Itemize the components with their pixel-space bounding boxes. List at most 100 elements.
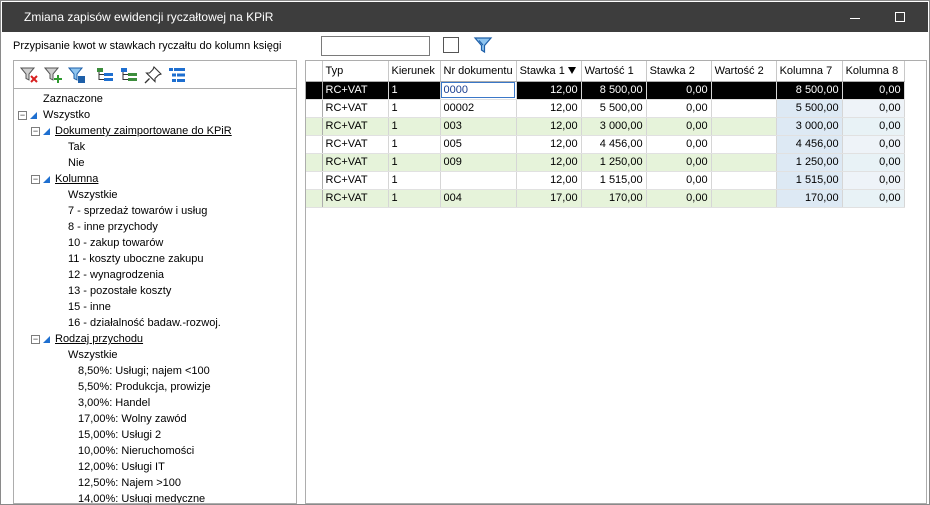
column-header-typ[interactable]: Typ <box>322 61 389 82</box>
cell-wartosc1[interactable]: 5 500,00 <box>581 99 647 118</box>
cell-kierunek[interactable]: 1 <box>388 135 441 154</box>
cell-wartosc1[interactable]: 4 456,00 <box>581 135 647 154</box>
tree-item-column[interactable]: 15 - inne <box>68 299 111 315</box>
cell-wartosc2[interactable] <box>711 153 777 172</box>
tree-item-selected[interactable]: Zaznaczone <box>43 91 103 107</box>
collapse-tree-icon[interactable] <box>120 66 138 84</box>
tree-item-imported-yes[interactable]: Tak <box>68 139 85 155</box>
edit-filter-icon[interactable] <box>68 66 86 84</box>
cell-kierunek[interactable]: 1 <box>388 171 441 190</box>
tree-item-column[interactable]: 16 - działalność badaw.-rozwoj. <box>68 315 221 331</box>
cell-stawka1[interactable]: 12,00 <box>516 153 582 172</box>
table-row[interactable]: RC+VAT 1 005 12,00 4 456,00 0,00 4 456,0… <box>306 135 905 154</box>
cell-wartosc1[interactable]: 170,00 <box>581 189 647 208</box>
cell-wartosc2[interactable] <box>711 117 777 136</box>
cell-typ[interactable]: RC+VAT <box>322 117 389 136</box>
cell-typ[interactable]: RC+VAT <box>322 171 389 190</box>
tree-item-column[interactable]: Wszystkie <box>68 187 118 203</box>
tree-item-revenue[interactable]: 3,00%: Handel <box>78 395 150 411</box>
cell-stawka2[interactable]: 0,00 <box>646 99 712 118</box>
cell-stawka2[interactable]: 0,00 <box>646 171 712 190</box>
cell-kolumna7[interactable]: 8 500,00 <box>776 81 843 100</box>
cell-wartosc1[interactable]: 3 000,00 <box>581 117 647 136</box>
cell-typ[interactable]: RC+VAT <box>322 153 389 172</box>
cell-kolumna7[interactable]: 4 456,00 <box>776 135 843 154</box>
tree-item-revenue[interactable]: 15,00%: Usługi 2 <box>78 427 161 443</box>
cell-nr[interactable]: 009 <box>440 153 517 172</box>
cell-nr[interactable]: 003 <box>440 117 517 136</box>
cell-wartosc2[interactable] <box>711 171 777 190</box>
tree-item-column[interactable]: 13 - pozostałe koszty <box>68 283 171 299</box>
tree-item-column[interactable]: 8 - inne przychody <box>68 219 158 235</box>
cell-kolumna8[interactable]: 0,00 <box>842 81 905 100</box>
table-row[interactable]: RC+VAT 1 003 12,00 3 000,00 0,00 3 000,0… <box>306 117 905 136</box>
cell-kolumna8[interactable]: 0,00 <box>842 189 905 208</box>
tree-group-column[interactable]: Kolumna <box>55 171 98 187</box>
cell-kolumna7[interactable]: 5 500,00 <box>776 99 843 118</box>
cell-kolumna7[interactable]: 1 515,00 <box>776 171 843 190</box>
cell-stawka1[interactable]: 17,00 <box>516 189 582 208</box>
tree-item-column[interactable]: 11 - koszty uboczne zakupu <box>68 251 204 267</box>
column-header-wartosc2[interactable]: Wartość 2 <box>711 61 777 82</box>
cell-kolumna8[interactable]: 0,00 <box>842 171 905 190</box>
cell-kierunek[interactable]: 1 <box>388 189 441 208</box>
clear-filter-icon[interactable] <box>20 66 38 84</box>
tree-item-revenue[interactable]: 17,00%: Wolny zawód <box>78 411 187 427</box>
cell-stawka2[interactable]: 0,00 <box>646 81 712 100</box>
cell-wartosc1[interactable]: 1 515,00 <box>581 171 647 190</box>
tree-group-imported[interactable]: Dokumenty zaimportowane do KPiR <box>55 123 232 139</box>
tree-item-column[interactable]: 10 - zakup towarów <box>68 235 163 251</box>
cell-kolumna7[interactable]: 1 250,00 <box>776 153 843 172</box>
cell-nr[interactable]: 00002 <box>440 99 517 118</box>
cell-kolumna8[interactable]: 0,00 <box>842 153 905 172</box>
cell-typ[interactable]: RC+VAT <box>322 81 389 100</box>
tree-item-revenue-all[interactable]: Wszystkie <box>68 347 118 363</box>
expand-tree-icon[interactable] <box>96 66 114 84</box>
table-row[interactable]: RC+VAT 1 004 17,00 170,00 0,00 170,00 0,… <box>306 189 905 208</box>
tree-item-revenue[interactable]: 5,50%: Produkcja, prowizje <box>78 379 211 395</box>
pin-icon[interactable] <box>144 66 162 84</box>
cell-wartosc1[interactable]: 8 500,00 <box>581 81 647 100</box>
collapse-toggle-imported[interactable]: − <box>31 127 40 136</box>
maximize-button[interactable] <box>880 2 920 32</box>
cell-typ[interactable]: RC+VAT <box>322 189 389 208</box>
cell-kierunek[interactable]: 1 <box>388 99 441 118</box>
cell-kierunek[interactable]: 1 <box>388 153 441 172</box>
add-filter-icon[interactable] <box>44 66 62 84</box>
table-row[interactable]: RC+VAT 1 0000 12,00 8 500,00 0,00 8 500,… <box>306 81 905 100</box>
column-header-kolumna8[interactable]: Kolumna 8 <box>842 61 905 82</box>
tree-item-revenue[interactable]: 12,00%: Usługi IT <box>78 459 165 475</box>
column-header-stawka2[interactable]: Stawka 2 <box>646 61 712 82</box>
cell-kolumna7[interactable]: 170,00 <box>776 189 843 208</box>
tree-item-revenue[interactable]: 8,50%: Usługi; najem <100 <box>78 363 210 379</box>
cell-nr[interactable] <box>440 171 517 190</box>
cell-kolumna8[interactable]: 0,00 <box>842 99 905 118</box>
cell-stawka1[interactable]: 12,00 <box>516 135 582 154</box>
tree-item-column[interactable]: 7 - sprzedaż towarów i usług <box>68 203 207 219</box>
table-row[interactable]: RC+VAT 1 009 12,00 1 250,00 0,00 1 250,0… <box>306 153 905 172</box>
tree-item-imported-no[interactable]: Nie <box>68 155 85 171</box>
column-header-stawka1[interactable]: Stawka 1 <box>516 61 582 82</box>
column-header-kolumna7[interactable]: Kolumna 7 <box>776 61 843 82</box>
assign-input[interactable] <box>321 36 430 56</box>
cell-kierunek[interactable]: 1 <box>388 117 441 136</box>
column-header-kierunek[interactable]: Kierunek <box>388 61 441 82</box>
cell-kierunek[interactable]: 1 <box>388 81 441 100</box>
list-view-icon[interactable] <box>168 66 186 84</box>
cell-nr[interactable]: 0000 <box>440 81 517 100</box>
cell-stawka1[interactable]: 12,00 <box>516 171 582 190</box>
cell-stawka1[interactable]: 12,00 <box>516 81 582 100</box>
cell-wartosc2[interactable] <box>711 135 777 154</box>
table-row[interactable]: RC+VAT 1 00002 12,00 5 500,00 0,00 5 500… <box>306 99 905 118</box>
cell-nr[interactable]: 004 <box>440 189 517 208</box>
cell-kolumna8[interactable]: 0,00 <box>842 117 905 136</box>
cell-nr[interactable]: 005 <box>440 135 517 154</box>
cell-kolumna7[interactable]: 3 000,00 <box>776 117 843 136</box>
cell-typ[interactable]: RC+VAT <box>322 99 389 118</box>
cell-stawka1[interactable]: 12,00 <box>516 99 582 118</box>
column-header-nr[interactable]: Nr dokumentu <box>440 61 517 82</box>
column-header-wartosc1[interactable]: Wartość 1 <box>581 61 647 82</box>
tree-item-revenue[interactable]: 14,00%: Usługi medyczne <box>78 491 205 503</box>
cell-kolumna8[interactable]: 0,00 <box>842 135 905 154</box>
tree-item-column[interactable]: 12 - wynagrodzenia <box>68 267 164 283</box>
